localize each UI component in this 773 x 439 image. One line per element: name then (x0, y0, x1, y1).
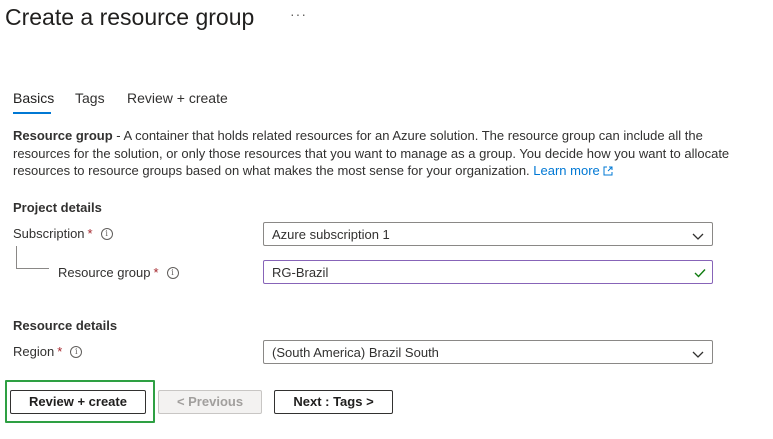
learn-more-label: Learn more (533, 163, 600, 178)
resource-group-description: Resource group - A container that holds … (13, 127, 758, 181)
required-indicator: * (87, 226, 93, 241)
region-label-text: Region (13, 344, 55, 359)
tab-tags[interactable]: Tags (75, 90, 105, 106)
resource-details-heading: Resource details (13, 318, 118, 333)
project-details-heading: Project details (13, 200, 102, 215)
chevron-down-icon (692, 229, 704, 244)
subscription-label-text: Subscription (13, 226, 85, 241)
chevron-down-icon (692, 347, 704, 362)
page-title: Create a resource group (5, 4, 255, 30)
region-value: (South America) Brazil South (272, 345, 439, 360)
tab-basics[interactable]: Basics (13, 90, 54, 106)
subscription-label: Subscription * i (13, 226, 113, 241)
active-tab-indicator (13, 112, 51, 114)
region-label: Region * i (13, 344, 83, 359)
learn-more-link[interactable]: Learn more (533, 163, 613, 181)
info-icon[interactable]: i (100, 227, 113, 240)
previous-button[interactable]: < Previous (158, 390, 262, 414)
review-create-button[interactable]: Review + create (10, 390, 146, 414)
description-term: Resource group (13, 128, 113, 143)
resource-group-label: Resource group * i (58, 265, 179, 280)
tree-connector (16, 246, 49, 269)
region-dropdown[interactable]: (South America) Brazil South (263, 340, 713, 364)
description-text: - A container that holds related resourc… (13, 128, 730, 178)
next-tags-button[interactable]: Next : Tags > (274, 390, 393, 414)
required-indicator: * (57, 344, 63, 359)
required-indicator: * (153, 265, 159, 280)
subscription-value: Azure subscription 1 (272, 227, 390, 242)
more-options-button[interactable]: ··· (290, 6, 307, 22)
resource-group-label-text: Resource group (58, 265, 151, 280)
create-resource-group-page: Create a resource group ··· Basics Tags … (0, 0, 773, 439)
info-icon[interactable]: i (166, 266, 179, 279)
resource-group-value: RG-Brazil (272, 265, 329, 280)
subscription-dropdown[interactable]: Azure subscription 1 (263, 222, 713, 246)
checkmark-icon (694, 266, 706, 281)
resource-group-input[interactable]: RG-Brazil (263, 260, 713, 284)
external-link-icon (603, 163, 613, 181)
info-icon[interactable]: i (70, 345, 83, 358)
tab-review-create[interactable]: Review + create (127, 90, 228, 106)
